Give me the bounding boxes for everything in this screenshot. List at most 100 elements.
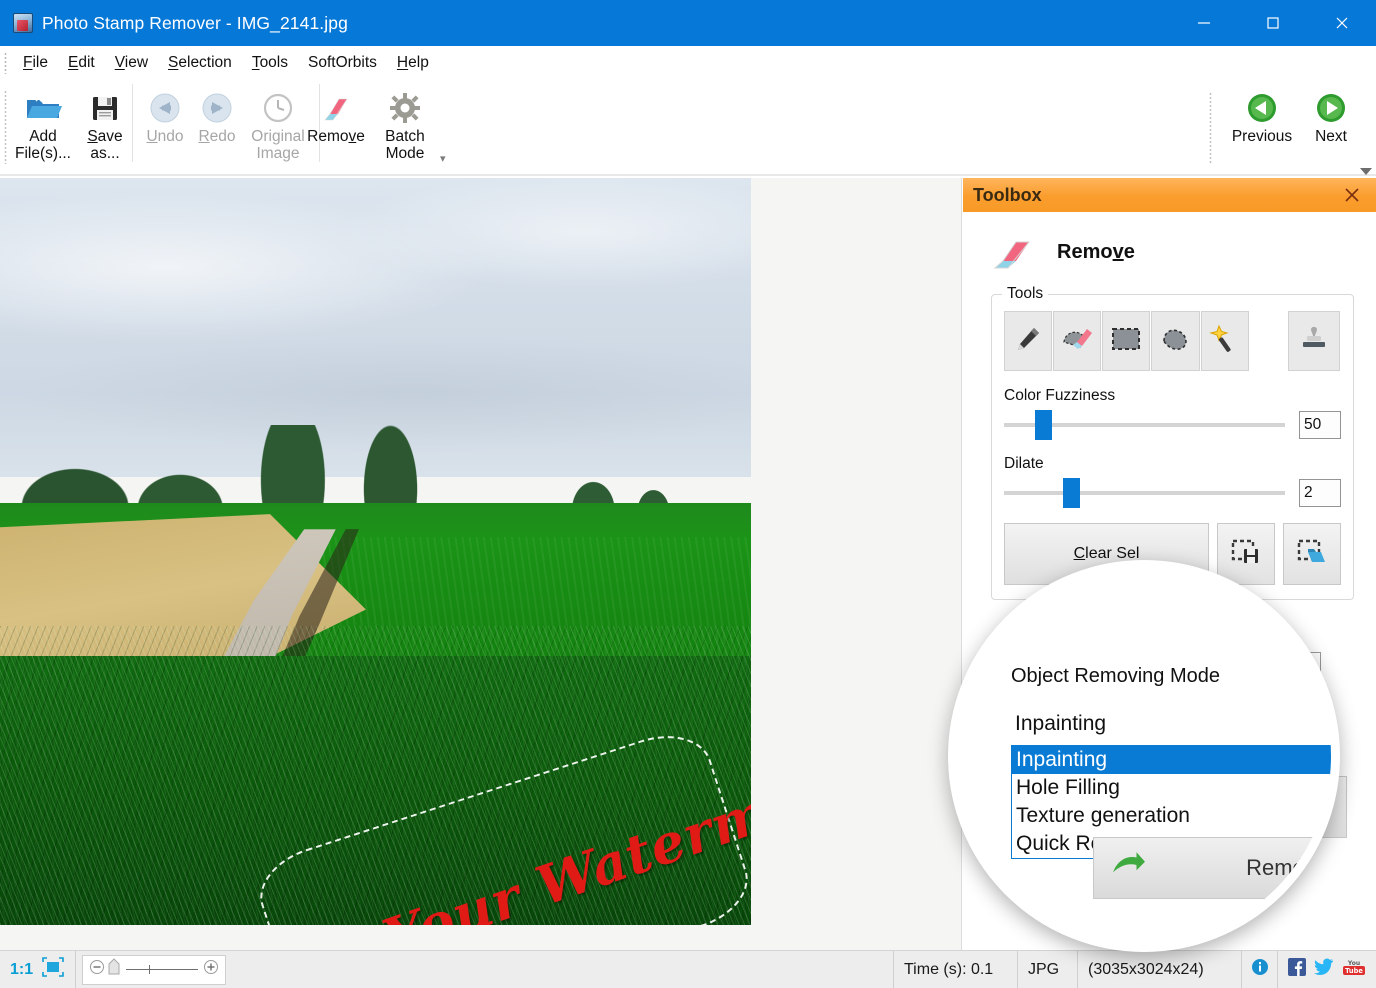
open-folder-icon — [24, 88, 62, 128]
magnified-option-texture-generation[interactable]: Texture generation — [1012, 802, 1338, 830]
redo-label: Redo — [198, 128, 235, 145]
magnified-option-inpainting[interactable]: Inpainting — [1012, 746, 1338, 774]
magnified-object-removing-mode-label: Object Removing Mode — [1011, 665, 1220, 688]
next-button[interactable]: Next — [1300, 84, 1362, 145]
color-fuzziness-value[interactable]: 50 — [1299, 411, 1341, 439]
rectangle-select-tool-button[interactable] — [1102, 311, 1150, 371]
tools-row — [1004, 311, 1341, 371]
pencil-icon — [1013, 324, 1043, 359]
undo-button[interactable]: Undo — [139, 84, 191, 145]
image-dimensions-cell: (3035x3024x24) — [1078, 951, 1242, 988]
add-files-label-1: Add — [29, 128, 57, 145]
menu-item-softorbits[interactable]: SoftOrbits — [298, 51, 387, 75]
batch-mode-button[interactable]: Batch Mode — [372, 84, 438, 162]
svg-text:Tube: Tube — [1345, 967, 1363, 975]
ribbon-toolbar: Add File(s)... Save as... — [0, 80, 1376, 176]
info-icon[interactable] — [1251, 958, 1269, 981]
magnified-green-arrow-icon — [1108, 849, 1148, 888]
add-files-button[interactable]: Add File(s)... — [12, 84, 74, 162]
eraser-stroke-icon — [1061, 324, 1093, 359]
magnifier-loupe: Object Removing Mode Inpainting Inpainti… — [948, 560, 1340, 952]
dilate-slider[interactable] — [1004, 491, 1285, 495]
window-title: Photo Stamp Remover - IMG_2141.jpg — [42, 13, 348, 34]
ribbon-group-file: Add File(s)... Save as... — [12, 84, 136, 172]
ribbon-group-history: Undo Redo — [126, 84, 326, 172]
eraser-tool-button[interactable] — [1053, 311, 1101, 371]
save-as-label-2: as... — [90, 145, 119, 162]
green-left-arrow-icon — [1246, 88, 1278, 128]
dilate-slider-thumb[interactable] — [1063, 478, 1080, 508]
next-label: Next — [1315, 128, 1347, 145]
color-fuzziness-slider[interactable] — [1004, 423, 1285, 427]
statusbar: 1:1 — [0, 950, 1376, 988]
facebook-icon[interactable] — [1288, 958, 1306, 981]
lasso-select-tool-button[interactable] — [1151, 311, 1199, 371]
zoom-slider-control[interactable] — [82, 955, 226, 985]
menu-item-file[interactable]: File — [13, 51, 58, 75]
previous-button[interactable]: Previous — [1224, 84, 1300, 145]
rectangle-select-icon — [1110, 325, 1142, 358]
remove-ribbon-button[interactable]: Remove — [300, 84, 372, 145]
ribbon-group-navigation: Previous Next — [1209, 84, 1362, 172]
toolbox-mode-row: Remove — [989, 234, 1362, 270]
toolbox-close-button[interactable] — [1342, 185, 1362, 205]
undo-label: Undo — [146, 128, 183, 145]
navigation-grip — [1209, 92, 1212, 164]
magnified-remove-label: Remove — [1246, 855, 1328, 881]
zoom-out-button[interactable] — [89, 959, 105, 980]
ribbon-grip[interactable] — [4, 90, 7, 164]
menu-item-edit[interactable]: Edit — [58, 51, 105, 75]
dilate-value[interactable]: 2 — [1299, 479, 1341, 507]
eraser-icon — [989, 234, 1035, 270]
maximize-button[interactable] — [1238, 0, 1307, 46]
zoom-slider-track[interactable] — [126, 969, 198, 970]
magnified-option-hole-filling[interactable]: Hole Filling — [1012, 774, 1338, 802]
magic-wand-tool-button[interactable] — [1201, 311, 1249, 371]
remove-ribbon-label: Remove — [307, 128, 365, 145]
zoom-slider-thumb[interactable] — [107, 958, 121, 981]
close-button[interactable] — [1307, 0, 1376, 46]
photo-image[interactable]: Your Watermark — [0, 178, 751, 925]
eraser-icon — [319, 88, 353, 128]
batch-mode-label-2: Mode — [386, 145, 425, 162]
ribbon-group-actions: Remove — [300, 84, 438, 172]
image-canvas-area[interactable]: Your Watermark — [0, 178, 962, 950]
zoom-ratio-label[interactable]: 1:1 — [10, 961, 33, 979]
panel-scroll-caret[interactable] — [1358, 164, 1374, 178]
twitter-icon[interactable] — [1314, 958, 1334, 981]
youtube-icon[interactable]: TubeYou — [1342, 958, 1366, 981]
color-fuzziness-slider-thumb[interactable] — [1035, 410, 1052, 440]
gear-icon — [389, 88, 421, 128]
magnified-remove-button[interactable]: Remove — [1093, 837, 1340, 899]
load-selection-icon — [1297, 538, 1327, 571]
social-links-cell: TubeYou — [1278, 951, 1376, 988]
tools-groupbox: Tools — [991, 294, 1354, 600]
magnified-mode-select[interactable]: Inpainting — [1009, 707, 1269, 741]
photo-treeline — [0, 425, 751, 515]
lasso-icon — [1159, 325, 1191, 358]
add-files-label-2: File(s)... — [15, 145, 71, 162]
info-cell — [1242, 951, 1278, 988]
minimize-button[interactable] — [1169, 0, 1238, 46]
clock-history-icon — [261, 88, 295, 128]
ribbon-expand-caret-left[interactable]: ▾ — [440, 152, 446, 165]
color-fuzziness-row: 50 — [1004, 411, 1341, 439]
stamp-icon — [1299, 324, 1329, 359]
redo-button[interactable]: Redo — [191, 84, 243, 145]
green-right-arrow-icon — [1315, 88, 1347, 128]
menu-item-tools[interactable]: Tools — [242, 51, 298, 75]
menu-item-selection[interactable]: Selection — [158, 51, 242, 75]
file-format-cell: JPG — [1018, 951, 1078, 988]
menubar-grip[interactable] — [4, 52, 7, 74]
menu-item-help[interactable]: Help — [387, 51, 439, 75]
fit-to-window-icon[interactable] — [41, 956, 65, 983]
menu-item-view[interactable]: View — [105, 51, 158, 75]
zoom-ratio-cell: 1:1 — [0, 951, 37, 988]
stamp-tool-button[interactable] — [1288, 311, 1340, 371]
original-image-label-2: Image — [256, 145, 299, 162]
marker-tool-button[interactable] — [1004, 311, 1052, 371]
toolbox-header: Toolbox — [963, 178, 1376, 212]
ribbon-separator-1 — [132, 84, 133, 162]
zoom-in-button[interactable] — [203, 959, 219, 980]
svg-text:You: You — [1347, 960, 1360, 967]
